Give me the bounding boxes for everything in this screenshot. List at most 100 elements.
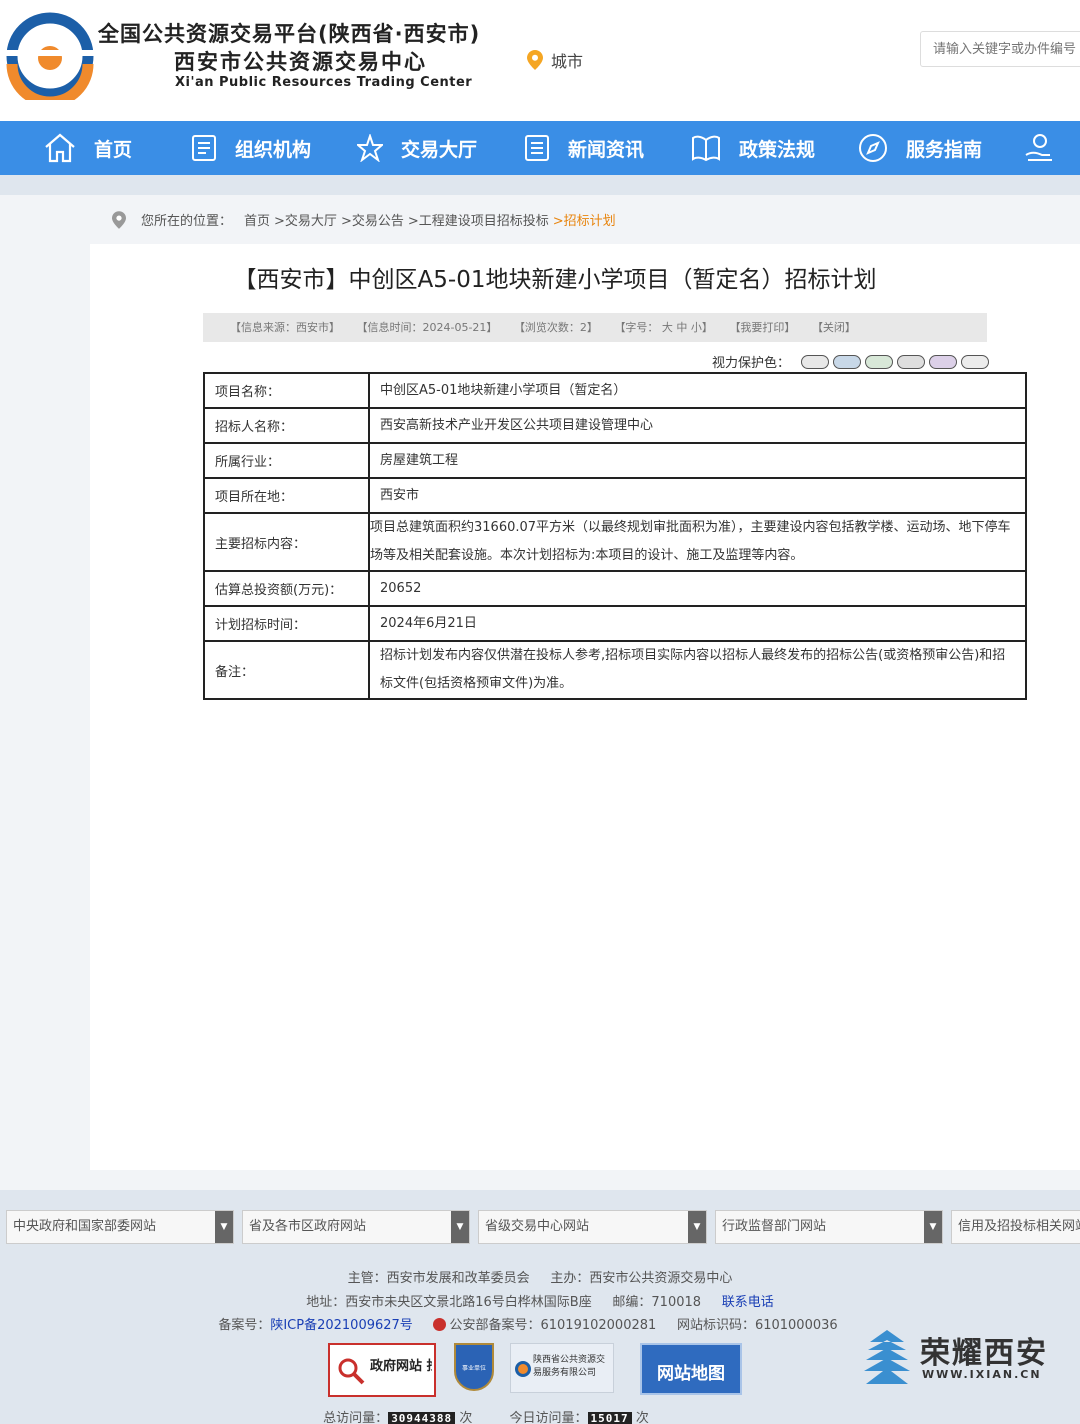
meta-time: 【信息时间：2024-05-21】 bbox=[356, 321, 498, 334]
city-selector[interactable]: 城市 bbox=[527, 48, 583, 72]
table-row: 项目名称： 中创区A5-01地块新建小学项目（暂定名） bbox=[203, 372, 1027, 409]
site-logo[interactable] bbox=[6, 12, 94, 100]
visits-unit: 次 bbox=[459, 1411, 473, 1424]
nav-item-online-service[interactable] bbox=[1024, 121, 1074, 175]
nav-item-news[interactable]: 新闻资讯 bbox=[524, 121, 691, 175]
link-select-provincial[interactable]: 省及各市区政府网站 ▼ bbox=[242, 1210, 470, 1244]
icp-label: 备案号： bbox=[218, 1318, 271, 1333]
link-select-supervision[interactable]: 行政监督部门网站 ▼ bbox=[715, 1210, 943, 1244]
meta-font-size[interactable]: 【字号： 大 中 小】 bbox=[614, 321, 713, 334]
footer-police-record[interactable]: 公安部备案号：61019102000281 bbox=[449, 1318, 656, 1333]
public-institution-badge[interactable]: 事业单位 bbox=[454, 1343, 494, 1391]
police-badge-icon bbox=[433, 1318, 447, 1331]
watermark-url: WWW.IXIAN.CN bbox=[922, 1368, 1042, 1381]
platform-title: 全国公共资源交易平台(陕西省·西安市) bbox=[98, 22, 481, 46]
nav-label: 新闻资讯 bbox=[568, 138, 645, 161]
field-label: 估算总投资额(万元)： bbox=[203, 570, 370, 607]
field-value: 西安市 bbox=[368, 477, 1027, 514]
sitemap-badge[interactable]: 网站地图 bbox=[640, 1343, 742, 1395]
nav-label: 交易大厅 bbox=[401, 138, 478, 161]
table-row: 主要招标内容： 项目总建筑面积约31660.07平方米（以最终规划审批面积为准），… bbox=[203, 512, 1027, 572]
vision-color-swatch[interactable] bbox=[961, 354, 990, 369]
meta-source: 【信息来源：西安市】 bbox=[230, 321, 340, 334]
footer-sponsor-line: 主管：西安市发展和改革委员会 主办：西安市公共资源交易中心 bbox=[0, 1267, 1080, 1286]
nav-label: 首页 bbox=[94, 138, 133, 161]
badge-label: 网站地图 bbox=[657, 1364, 725, 1384]
table-row: 计划招标时间： 2024年6月21日 bbox=[203, 605, 1027, 642]
pagoda-logo-icon bbox=[864, 1330, 910, 1384]
search-input[interactable] bbox=[920, 31, 1080, 67]
print-link[interactable]: 【我要打印】 bbox=[729, 321, 795, 334]
meta-views: 【浏览次数：2】 bbox=[513, 321, 598, 334]
total-visits-label: 总访问量： bbox=[323, 1411, 389, 1424]
vision-color-swatch[interactable] bbox=[865, 354, 894, 369]
badge-label: 事业单位 bbox=[461, 1365, 486, 1372]
center-title-en: Xi'an Public Resources Trading Center bbox=[175, 75, 473, 90]
field-value: 招标计划发布内容仅供潜在投标人参考,招标项目实际内容以招标人最终发布的招标公告(… bbox=[368, 640, 1027, 700]
star-icon bbox=[357, 134, 383, 162]
nav-item-trading-hall[interactable]: 交易大厅 bbox=[357, 121, 524, 175]
select-label: 行政监督部门网站 bbox=[722, 1219, 827, 1234]
field-label: 项目名称： bbox=[203, 372, 370, 409]
home-icon bbox=[45, 133, 75, 163]
field-label: 计划招标时间： bbox=[203, 605, 370, 642]
city-label: 城市 bbox=[551, 52, 584, 71]
footer-site-id: 网站标识码：6101000036 bbox=[676, 1318, 838, 1333]
breadcrumb-current[interactable]: >招标计划 bbox=[553, 210, 616, 229]
company-logo-icon bbox=[515, 1361, 531, 1377]
center-title: 西安市公共资源交易中心 bbox=[174, 50, 427, 74]
contact-link[interactable]: 联系电话 bbox=[722, 1295, 774, 1310]
chevron-down-icon: ▼ bbox=[451, 1211, 469, 1243]
site-header: 全国公共资源交易平台(陕西省·西安市) 西安市公共资源交易中心 Xi'an Pu… bbox=[0, 0, 1080, 121]
field-value: 西安高新技术产业开发区公共项目建设管理中心 bbox=[368, 407, 1027, 444]
link-select-trading-centers[interactable]: 省级交易中心网站 ▼ bbox=[478, 1210, 707, 1244]
vision-color-swatch[interactable] bbox=[929, 354, 958, 369]
field-label: 所属行业： bbox=[203, 442, 370, 479]
nav-item-service-guide[interactable]: 服务指南 bbox=[858, 121, 1024, 175]
vision-protection-colors: 视力保护色： bbox=[712, 352, 993, 371]
ixian-watermark: 荣耀西安 WWW.IXIAN.CN bbox=[862, 1326, 1062, 1396]
nav-item-organization[interactable]: 组织机构 bbox=[191, 121, 357, 175]
article-meta-bar: 【信息来源：西安市】 【信息时间：2024-05-21】 【浏览次数：2】 【字… bbox=[203, 313, 987, 342]
shaanxi-trading-company-badge[interactable]: 陕西省公共资源交易服务有限公司 bbox=[510, 1343, 614, 1393]
nav-label: 政策法规 bbox=[739, 138, 816, 161]
table-row: 备注： 招标计划发布内容仅供潜在投标人参考,招标项目实际内容以招标人最终发布的招标… bbox=[203, 640, 1027, 700]
vision-color-swatch[interactable] bbox=[801, 354, 830, 369]
table-row: 项目所在地： 西安市 bbox=[203, 477, 1027, 514]
compass-icon bbox=[859, 134, 887, 162]
link-select-credit[interactable]: 信用及招投标相关网站 bbox=[951, 1210, 1080, 1244]
close-link[interactable]: 【关闭】 bbox=[812, 321, 856, 334]
table-row: 招标人名称： 西安高新技术产业开发区公共项目建设管理中心 bbox=[203, 407, 1027, 444]
badge-label: 陕西省公共资源交易服务有限公司 bbox=[533, 1355, 606, 1378]
icp-link[interactable]: 陕ICP备2021009627号 bbox=[270, 1318, 412, 1333]
breadcrumb-engineering[interactable]: >工程建设项目招标投标 bbox=[408, 210, 549, 229]
field-value: 中创区A5-01地块新建小学项目（暂定名） bbox=[368, 372, 1027, 409]
select-label: 信用及招投标相关网站 bbox=[958, 1219, 1080, 1234]
vision-color-swatch[interactable] bbox=[833, 354, 862, 369]
badge-label: 政府网站 找错 bbox=[370, 1359, 432, 1374]
nav-item-policy[interactable]: 政策法规 bbox=[691, 121, 858, 175]
nav-item-home[interactable]: 首页 bbox=[44, 121, 191, 175]
magnifier-icon bbox=[338, 1358, 365, 1385]
today-visits-label: 今日访问量： bbox=[509, 1411, 588, 1424]
table-row: 估算总投资额(万元)： 20652 bbox=[203, 570, 1027, 607]
field-value: 房屋建筑工程 bbox=[368, 442, 1027, 479]
breadcrumb-home[interactable]: 首页 bbox=[244, 210, 270, 229]
gov-site-error-badge[interactable]: 政府网站 找错 bbox=[328, 1343, 436, 1397]
document-icon bbox=[192, 135, 216, 161]
vision-color-swatch[interactable] bbox=[897, 354, 926, 369]
field-label: 招标人名称： bbox=[203, 407, 370, 444]
table-row: 所属行业： 房屋建筑工程 bbox=[203, 442, 1027, 479]
field-label: 备注： bbox=[203, 640, 370, 700]
breadcrumb-trading-hall[interactable]: >交易大厅 bbox=[274, 210, 337, 229]
field-label: 项目所在地： bbox=[203, 477, 370, 514]
footer-address-line: 地址：西安市未央区文景北路16号白桦林国际B座 邮编：710018 联系电话 bbox=[0, 1291, 1080, 1310]
breadcrumb-announcements[interactable]: >交易公告 bbox=[341, 210, 404, 229]
list-icon bbox=[525, 135, 549, 161]
link-select-central[interactable]: 中央政府和国家部委网站 ▼ bbox=[6, 1210, 234, 1244]
breadcrumb-prefix: 您所在的位置： bbox=[141, 214, 233, 229]
article-title: 【西安市】中创区A5-01地块新建小学项目（暂定名）招标计划 bbox=[233, 267, 877, 293]
select-label: 省及各市区政府网站 bbox=[249, 1219, 367, 1234]
service-hand-icon bbox=[1025, 134, 1052, 161]
location-pin-icon bbox=[112, 210, 126, 229]
